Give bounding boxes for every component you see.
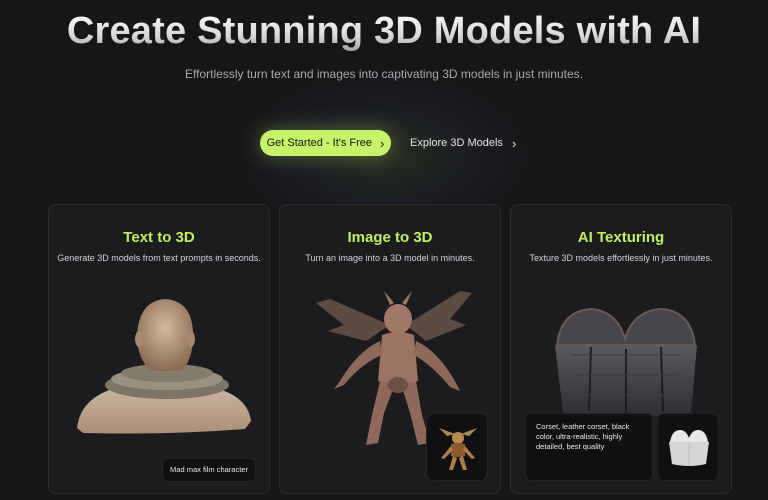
prompt-chip: Corset, leather corset, black color, ult… <box>525 413 653 481</box>
untextured-model-thumbnail <box>657 413 719 481</box>
explore-models-label: Explore 3D Models <box>410 137 503 149</box>
feature-description: Texture 3D models effortlessly in just m… <box>529 253 713 263</box>
explore-models-link[interactable]: Explore 3D Models › <box>410 130 516 156</box>
feature-card-image-to-3d[interactable]: Image to 3D Turn an image into a 3D mode… <box>279 204 501 494</box>
untextured-corset-thumbnail-image <box>669 430 709 466</box>
chevron-right-icon: › <box>511 135 517 151</box>
page-title: Create Stunning 3D Models with AI <box>0 10 768 53</box>
feature-description: Generate 3D models from text prompts in … <box>57 253 261 263</box>
feature-card-ai-texturing[interactable]: AI Texturing Texture 3D models effortles… <box>510 204 732 494</box>
feature-title: AI Texturing <box>577 229 665 246</box>
get-started-button[interactable]: Get Started - It's Free › <box>260 130 391 156</box>
feature-card-text-to-3d[interactable]: Text to 3D Generate 3D models from text … <box>48 204 270 494</box>
cta-row: Get Started - It's Free › Explore 3D Mod… <box>0 130 768 156</box>
page-subtitle: Effortlessly turn text and images into c… <box>185 67 583 81</box>
feature-title: Text to 3D <box>123 229 195 246</box>
feature-title: Image to 3D <box>347 229 433 246</box>
bust-model-image <box>77 299 251 434</box>
creature-thumbnail-image <box>439 428 477 470</box>
feature-description: Turn an image into a 3D model in minutes… <box>305 253 475 263</box>
corset-model-image <box>555 307 697 417</box>
prompt-chip: Mad max film character <box>162 458 256 482</box>
source-image-thumbnail <box>426 413 488 481</box>
chevron-right-icon: › <box>380 135 385 151</box>
get-started-label: Get Started - It's Free <box>266 137 373 149</box>
